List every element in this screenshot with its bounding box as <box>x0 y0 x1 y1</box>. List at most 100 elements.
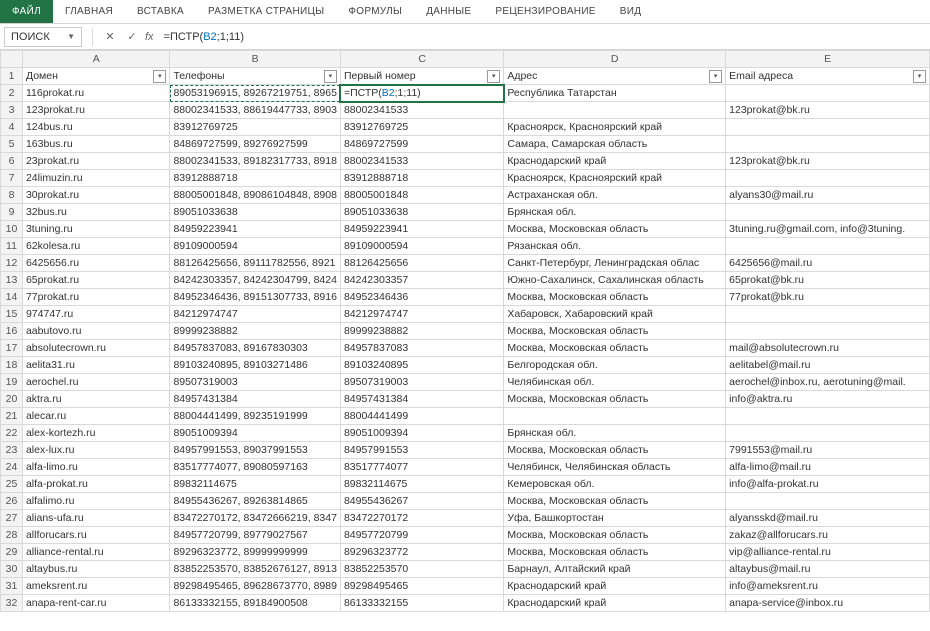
cell[interactable]: 163bus.ru <box>22 136 169 153</box>
cell[interactable]: Астраханская обл. <box>504 187 726 204</box>
row-header[interactable]: 17 <box>1 340 23 357</box>
row-header[interactable]: 32 <box>1 595 23 612</box>
cell[interactable]: 84957431384 <box>340 391 503 408</box>
ribbon-tab-главная[interactable]: ГЛАВНАЯ <box>53 0 125 23</box>
cell[interactable]: 77prokat@bk.ru <box>726 289 930 306</box>
worksheet[interactable]: ABCDE1Домен▾Телефоны▾Первый номер▾Адрес▾… <box>0 50 930 612</box>
cell[interactable] <box>504 102 726 119</box>
cell[interactable]: 83852253570, 83852676127, 8913 <box>170 561 341 578</box>
cell[interactable]: 84957991553 <box>340 442 503 459</box>
cell[interactable]: 84955436267 <box>340 493 503 510</box>
row-header[interactable]: 4 <box>1 119 23 136</box>
fx-label[interactable]: fx <box>145 31 154 43</box>
cell[interactable]: 88005001848 <box>340 187 503 204</box>
cell[interactable]: Самара, Самарская область <box>504 136 726 153</box>
cell[interactable]: 116prokat.ru <box>22 85 169 102</box>
row-header[interactable]: 11 <box>1 238 23 255</box>
cell[interactable]: 88004441499 <box>340 408 503 425</box>
cell[interactable]: Москва, Московская область <box>504 544 726 561</box>
cell[interactable]: 89109000594 <box>340 238 503 255</box>
cell[interactable]: 88002341533 <box>340 153 503 170</box>
row-header[interactable]: 10 <box>1 221 23 238</box>
cell[interactable]: 89298495465 <box>340 578 503 595</box>
cell[interactable]: Москва, Московская область <box>504 391 726 408</box>
cell[interactable]: Челябинская обл. <box>504 374 726 391</box>
cell[interactable]: anapa-service@inbox.ru <box>726 595 930 612</box>
cell[interactable]: Москва, Московская область <box>504 289 726 306</box>
ribbon-tab-разметка страницы[interactable]: РАЗМЕТКА СТРАНИЦЫ <box>196 0 336 23</box>
cell[interactable]: 84869727599, 89276927599 <box>170 136 341 153</box>
cell[interactable]: altaybus.ru <box>22 561 169 578</box>
cell[interactable]: Москва, Московская область <box>504 221 726 238</box>
cell[interactable]: aelita31.ru <box>22 357 169 374</box>
header-cell[interactable]: Адрес▾ <box>504 68 726 85</box>
cell[interactable]: aelitabel@mail.ru <box>726 357 930 374</box>
cell[interactable]: aerochel.ru <box>22 374 169 391</box>
cell[interactable]: Кемеровская обл. <box>504 476 726 493</box>
row-header[interactable]: 16 <box>1 323 23 340</box>
filter-dropdown-icon[interactable]: ▾ <box>913 70 926 83</box>
row-header[interactable]: 31 <box>1 578 23 595</box>
cell[interactable]: vip@alliance-rental.ru <box>726 544 930 561</box>
cell[interactable]: 83912888718 <box>170 170 341 187</box>
cell[interactable]: 83517774077 <box>340 459 503 476</box>
cell[interactable]: Москва, Московская область <box>504 493 726 510</box>
cell[interactable]: 89832114675 <box>340 476 503 493</box>
header-cell[interactable]: Email адреса▾ <box>726 68 930 85</box>
cell[interactable]: Уфа, Башкортостан <box>504 510 726 527</box>
cell[interactable]: 88126425656 <box>340 255 503 272</box>
cell[interactable]: 84957837083, 89167830303 <box>170 340 341 357</box>
cell[interactable]: 6425656.ru <box>22 255 169 272</box>
cell[interactable]: 84955436267, 89263814865 <box>170 493 341 510</box>
header-cell[interactable]: Телефоны▾ <box>170 68 341 85</box>
cell[interactable]: 123prokat.ru <box>22 102 169 119</box>
cell[interactable]: 89109000594 <box>170 238 341 255</box>
cell[interactable]: Краснодарский край <box>504 578 726 595</box>
cell[interactable] <box>726 323 930 340</box>
cell[interactable]: alex-lux.ru <box>22 442 169 459</box>
col-header-A[interactable]: A <box>22 51 169 68</box>
col-header-E[interactable]: E <box>726 51 930 68</box>
cell[interactable]: aerochel@inbox.ru, aerotuning@mail. <box>726 374 930 391</box>
filter-dropdown-icon[interactable]: ▾ <box>709 70 722 83</box>
cell[interactable]: 30prokat.ru <box>22 187 169 204</box>
cell[interactable]: alfa-limo.ru <box>22 459 169 476</box>
cell[interactable]: 84957837083 <box>340 340 503 357</box>
cell[interactable]: Рязанская обл. <box>504 238 726 255</box>
cell[interactable]: Барнаул, Алтайский край <box>504 561 726 578</box>
cell[interactable]: 83912769725 <box>170 119 341 136</box>
cell[interactable]: mail@absolutecrown.ru <box>726 340 930 357</box>
row-header[interactable]: 22 <box>1 425 23 442</box>
cell[interactable]: 84869727599 <box>340 136 503 153</box>
cell[interactable] <box>726 306 930 323</box>
cell[interactable]: alliance-rental.ru <box>22 544 169 561</box>
cell[interactable]: 77prokat.ru <box>22 289 169 306</box>
ribbon-tab-файл[interactable]: ФАЙЛ <box>0 0 53 23</box>
cell[interactable]: Брянская обл. <box>504 425 726 442</box>
col-header-B[interactable]: B <box>170 51 341 68</box>
formula-input[interactable]: =ПСТР(B2;1;11) <box>160 29 930 45</box>
cell[interactable]: 83912888718 <box>340 170 503 187</box>
row-header[interactable]: 6 <box>1 153 23 170</box>
cell[interactable]: 124bus.ru <box>22 119 169 136</box>
header-cell[interactable]: Домен▾ <box>22 68 169 85</box>
cell[interactable]: 84959223941 <box>170 221 341 238</box>
cell[interactable]: absolutecrown.ru <box>22 340 169 357</box>
cell[interactable]: info@ameksrent.ru <box>726 578 930 595</box>
cell[interactable]: Белгородская обл. <box>504 357 726 374</box>
cell[interactable]: alyansskd@mail.ru <box>726 510 930 527</box>
cell[interactable]: zakaz@allforucars.ru <box>726 527 930 544</box>
row-header[interactable]: 29 <box>1 544 23 561</box>
cell[interactable]: Москва, Московская область <box>504 527 726 544</box>
cell[interactable]: 24limuzin.ru <box>22 170 169 187</box>
row-header[interactable]: 18 <box>1 357 23 374</box>
cell[interactable]: Москва, Московская область <box>504 340 726 357</box>
cell[interactable] <box>726 136 930 153</box>
cell[interactable]: 89051033638 <box>340 204 503 221</box>
cell[interactable]: 84957720799 <box>340 527 503 544</box>
cell[interactable]: 89298495465, 89628673770, 8989 <box>170 578 341 595</box>
cell[interactable]: 84957431384 <box>170 391 341 408</box>
ribbon-tab-формулы[interactable]: ФОРМУЛЫ <box>336 0 414 23</box>
cell[interactable]: alex-kortezh.ru <box>22 425 169 442</box>
row-header[interactable]: 12 <box>1 255 23 272</box>
